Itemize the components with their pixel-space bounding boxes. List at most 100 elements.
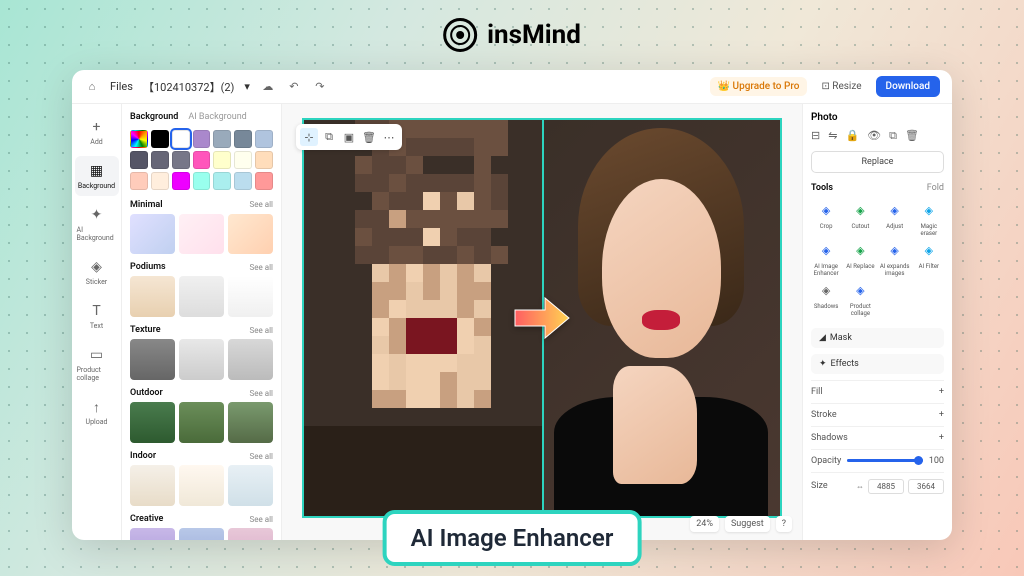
tool-ai-filter[interactable]: ◈AI Filter	[914, 241, 944, 277]
color-swatch[interactable]	[193, 130, 211, 148]
bg-thumb[interactable]	[228, 465, 273, 506]
color-swatch[interactable]	[193, 172, 211, 190]
canvas-area[interactable]: ⊹ ⧉ ▣ 🗑 ⋯	[282, 104, 802, 540]
rail-text[interactable]: TText	[75, 296, 119, 336]
see-all-link[interactable]: See all	[250, 389, 273, 398]
add-shadows[interactable]: +	[939, 433, 944, 443]
color-swatch[interactable]	[234, 172, 252, 190]
zoom-level[interactable]: 24%	[690, 516, 719, 532]
rail-add[interactable]: +Add	[75, 112, 119, 152]
color-swatch[interactable]	[151, 151, 169, 169]
files-label[interactable]: Files	[110, 80, 133, 93]
home-icon[interactable]: ⌂	[84, 79, 100, 95]
effects-button[interactable]: ✦Effects	[811, 354, 944, 374]
bg-thumb[interactable]	[130, 214, 175, 255]
delete-icon[interactable]: 🗑	[360, 128, 378, 146]
dropdown-icon[interactable]: ▾	[244, 80, 250, 93]
color-swatch[interactable]	[130, 172, 148, 190]
rail-product-collage[interactable]: ▭Product collage	[75, 340, 119, 388]
color-swatch[interactable]	[151, 172, 169, 190]
add-stroke[interactable]: +	[939, 410, 944, 420]
tab-background[interactable]: Background	[130, 112, 178, 122]
see-all-link[interactable]: See all	[250, 263, 273, 272]
tool-cutout[interactable]: ◈Cutout	[845, 201, 875, 237]
help-button[interactable]: ?	[776, 516, 792, 532]
upgrade-button[interactable]: 👑 Upgrade to Pro	[710, 77, 808, 96]
lock-icon[interactable]: 🔒	[845, 129, 859, 143]
rail-upload[interactable]: ↑Upload	[75, 392, 119, 432]
bg-thumb[interactable]	[130, 465, 175, 506]
rail-sticker[interactable]: ◈Sticker	[75, 252, 119, 292]
color-swatch[interactable]	[255, 172, 273, 190]
more-icon[interactable]: ⋯	[380, 128, 398, 146]
color-swatch[interactable]	[151, 130, 169, 148]
color-swatch[interactable]	[193, 151, 211, 169]
color-swatch[interactable]	[172, 130, 190, 148]
duplicate-icon[interactable]: ⧉	[889, 129, 897, 143]
image-frame[interactable]	[302, 118, 782, 518]
bg-thumb[interactable]	[179, 339, 224, 380]
width-input[interactable]: 4885	[868, 479, 904, 494]
add-fill[interactable]: +	[939, 387, 944, 397]
color-swatch[interactable]	[130, 130, 148, 148]
visibility-icon[interactable]: 👁	[867, 129, 881, 143]
tool-adjust[interactable]: ◈Adjust	[880, 201, 910, 237]
tab-ai-background[interactable]: AI Background	[188, 112, 246, 122]
color-swatch[interactable]	[234, 130, 252, 148]
bg-thumb[interactable]	[228, 276, 273, 317]
tool-ai-image-enhancer[interactable]: ◈AI Image Enhancer	[811, 241, 841, 277]
color-swatch[interactable]	[213, 172, 231, 190]
download-button[interactable]: Download	[876, 76, 940, 97]
height-input[interactable]: 3664	[908, 479, 944, 494]
see-all-link[interactable]: See all	[250, 515, 273, 524]
bg-thumb[interactable]	[130, 402, 175, 443]
align-icon[interactable]: ⊟	[811, 129, 820, 143]
color-swatch[interactable]	[255, 151, 273, 169]
redo-icon[interactable]: ↷	[312, 79, 328, 95]
fold-button[interactable]: Fold	[927, 183, 944, 193]
bg-thumb[interactable]	[179, 214, 224, 255]
bg-thumb[interactable]	[130, 339, 175, 380]
tool-product-collage[interactable]: ◈Product collage	[845, 281, 875, 317]
resize-button[interactable]: ⊡ Resize	[815, 77, 867, 96]
bg-thumb[interactable]	[228, 339, 273, 380]
select-tool-icon[interactable]: ⊹	[300, 128, 318, 146]
see-all-link[interactable]: See all	[250, 326, 273, 335]
see-all-link[interactable]: See all	[250, 200, 273, 209]
color-swatch[interactable]	[172, 172, 190, 190]
filename[interactable]: 【102410372】(2)	[143, 79, 234, 95]
bg-thumb[interactable]	[130, 528, 175, 540]
tool-crop[interactable]: ◈Crop	[811, 201, 841, 237]
bg-thumb[interactable]	[179, 528, 224, 540]
color-swatch[interactable]	[234, 151, 252, 169]
mask-button[interactable]: ◢Mask	[811, 328, 944, 348]
tool-ai-replace[interactable]: ◈AI Replace	[845, 241, 875, 277]
copy-icon[interactable]: ⧉	[320, 128, 338, 146]
undo-icon[interactable]: ↶	[286, 79, 302, 95]
tool-magic-eraser[interactable]: ◈Magic eraser	[914, 201, 944, 237]
bg-thumb[interactable]	[228, 214, 273, 255]
bg-thumb[interactable]	[228, 528, 273, 540]
opacity-slider[interactable]	[847, 459, 923, 462]
color-swatch[interactable]	[255, 130, 273, 148]
see-all-link[interactable]: See all	[250, 452, 273, 461]
link-icon[interactable]: ⇔	[856, 482, 864, 491]
bg-thumb[interactable]	[179, 402, 224, 443]
color-swatch[interactable]	[172, 151, 190, 169]
tool-ai-expands-images[interactable]: ◈AI expands images	[880, 241, 910, 277]
bg-thumb[interactable]	[228, 402, 273, 443]
replace-button[interactable]: Replace	[811, 151, 944, 173]
cloud-icon[interactable]: ☁	[260, 79, 276, 95]
rail-background[interactable]: ▦Background	[75, 156, 119, 196]
color-swatch[interactable]	[130, 151, 148, 169]
flip-icon[interactable]: ⇋	[828, 129, 837, 143]
color-swatch[interactable]	[213, 151, 231, 169]
suggest-button[interactable]: Suggest	[725, 516, 770, 532]
tool-shadows[interactable]: ◈Shadows	[811, 281, 841, 317]
color-swatch[interactable]	[213, 130, 231, 148]
bg-thumb[interactable]	[130, 276, 175, 317]
bg-thumb[interactable]	[179, 276, 224, 317]
rail-ai-background[interactable]: ✦AI Background	[75, 200, 119, 248]
bg-thumb[interactable]	[179, 465, 224, 506]
layer-icon[interactable]: ▣	[340, 128, 358, 146]
